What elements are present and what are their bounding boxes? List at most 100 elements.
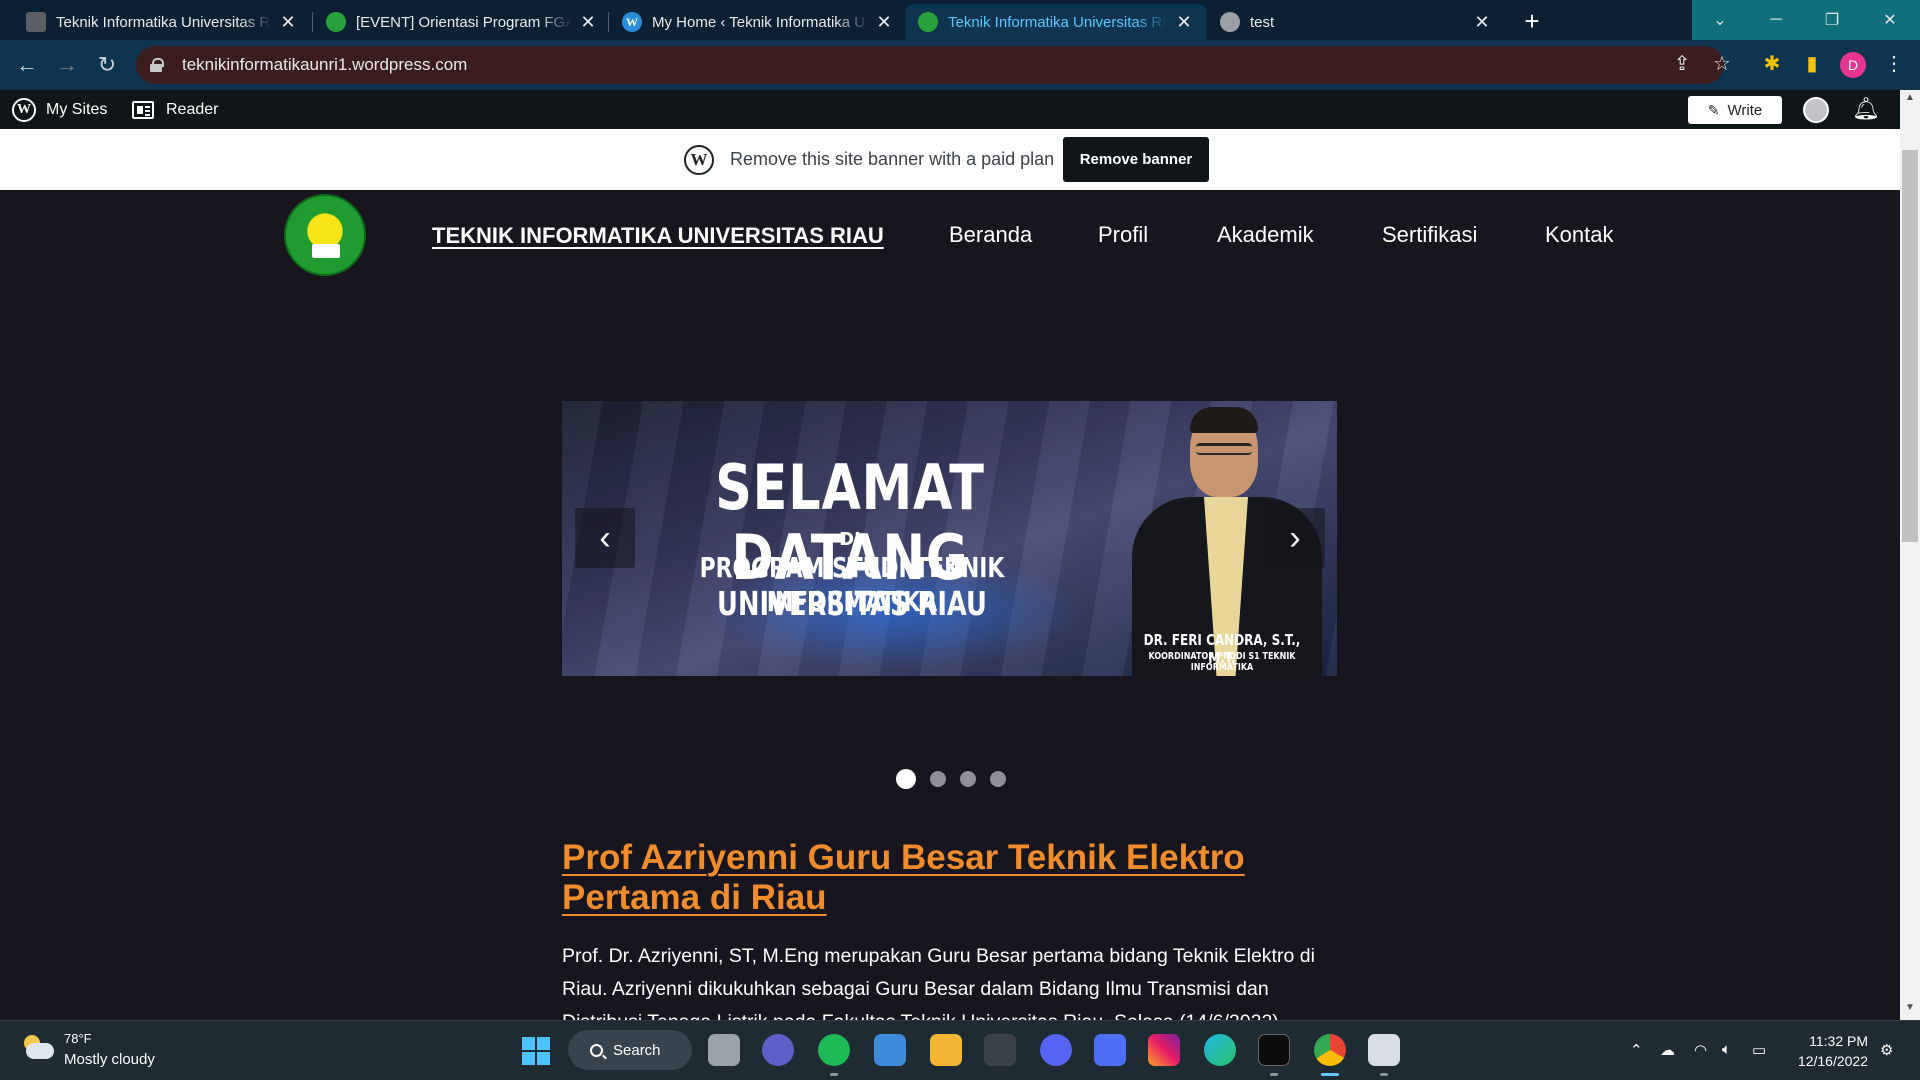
clock-date: 12/16/2022 [1797, 1053, 1868, 1069]
scrollbar-thumb[interactable] [1902, 150, 1918, 542]
terminal-icon[interactable] [1258, 1034, 1290, 1066]
site-logo[interactable] [284, 194, 366, 276]
nav-kontak[interactable]: Kontak [1545, 222, 1614, 248]
unity-icon[interactable] [984, 1034, 1016, 1066]
tab-2[interactable]: [EVENT] Orientasi Program FGA Digital ✕ [314, 4, 610, 40]
kebab-menu-icon[interactable]: ⋮ [1880, 50, 1908, 78]
slide-line-3: UNIVERSITAS RIAU [717, 584, 987, 623]
tab-3[interactable]: W My Home ‹ Teknik Informatika Universit… [610, 4, 906, 40]
nav-akademik[interactable]: Akademik [1217, 222, 1314, 248]
slider-dot-4[interactable] [990, 771, 1006, 787]
forward-arrow-icon[interactable]: → [52, 50, 82, 80]
wordpress-icon: W [684, 145, 714, 175]
avatar-icon [1220, 12, 1240, 32]
onedrive-icon[interactable]: ☁ [1660, 1041, 1675, 1059]
tab-title: My Home ‹ Teknik Informatika Universitas… [652, 13, 868, 31]
profile-avatar[interactable]: D [1840, 52, 1866, 78]
bookmark-star-icon[interactable]: ☆ [1708, 50, 1736, 78]
site-title[interactable]: TEKNIK INFORMATIKA UNIVERSITAS RIAU [432, 223, 884, 249]
close-window-button[interactable]: ✕ [1860, 0, 1920, 40]
taskbar-search[interactable]: Search [568, 1030, 692, 1070]
my-sites-label: My Sites [46, 100, 108, 118]
extensions-puzzle-icon[interactable]: ✱ [1758, 50, 1786, 78]
discord-icon[interactable] [1040, 1034, 1072, 1066]
teams-chat-icon[interactable] [762, 1034, 794, 1066]
battery-icon[interactable]: ▭ [1752, 1041, 1766, 1059]
browser-toolbar: ← → ↻ teknikinformatikaunri1.wordpress.c… [0, 40, 1920, 90]
running-indicator [1270, 1073, 1278, 1076]
reader-link[interactable]: Reader [132, 90, 218, 129]
weather-temperature[interactable]: 78°F [64, 1031, 92, 1046]
reader-label: Reader [166, 100, 219, 118]
slider-dot-2[interactable] [930, 771, 946, 787]
my-sites-link[interactable]: W My Sites [12, 90, 107, 129]
running-indicator [1380, 1073, 1388, 1076]
unri-logo-icon [326, 12, 346, 32]
side-panel-icon[interactable]: ▮ [1798, 50, 1826, 78]
tab-4-active[interactable]: Teknik Informatika Universitas Riau ✕ [906, 4, 1206, 40]
close-icon[interactable]: ✕ [1472, 12, 1492, 33]
user-avatar[interactable] [1803, 97, 1829, 123]
browser-tab-strip: Teknik Informatika Universitas Riau ✕ [E… [0, 0, 1920, 40]
nav-sertifikasi[interactable]: Sertifikasi [1382, 222, 1477, 248]
banner-text: Remove this site banner with a paid plan [730, 149, 1055, 169]
wp-admin-bar: W My Sites Reader ✎ Write 🔔︎ [0, 90, 1900, 129]
post-title-link[interactable]: Prof Azriyenni Guru Besar Teknik Elektro… [562, 838, 1322, 918]
back-arrow-icon[interactable]: ← [12, 50, 42, 80]
windows-taskbar: 78°F Mostly cloudy Search ⌃ ☁ ◠ 🔈︎ ▭ 11:… [0, 1020, 1920, 1080]
site-banner: W Remove this site banner with a paid pl… [0, 129, 1900, 190]
system-clock[interactable]: 11:32 PM 12/16/2022 [1792, 1031, 1868, 1071]
volume-icon[interactable]: 🔈︎ [1722, 1041, 1731, 1058]
weather-cloud-sun-icon[interactable] [22, 1035, 56, 1061]
scroll-up-arrow-icon[interactable]: ▲ [1900, 92, 1920, 106]
tab-title: test [1250, 13, 1275, 31]
post-excerpt: Prof. Dr. Azriyenni, ST, M.Eng merupakan… [562, 945, 1315, 1020]
snipping-tool-icon[interactable] [1368, 1034, 1400, 1066]
wifi-icon[interactable]: ◠ [1694, 1041, 1707, 1059]
slide-person-role: KOORDINATOR PRODI S1 TEKNIK INFORMATIKA [1148, 651, 1296, 673]
restore-button[interactable]: ❐ [1804, 0, 1860, 40]
weather-description[interactable]: Mostly cloudy [64, 1051, 155, 1068]
spotify-icon[interactable] [818, 1034, 850, 1066]
slider-prev-button[interactable]: ‹ [575, 508, 635, 568]
minimize-button[interactable]: ─ [1748, 0, 1804, 40]
close-icon[interactable]: ✕ [278, 12, 298, 33]
slider-dot-3[interactable] [960, 771, 976, 787]
nav-beranda[interactable]: Beranda [949, 222, 1032, 248]
microsoft-store-icon[interactable] [874, 1034, 906, 1066]
notifications-bell-icon[interactable]: 🔔︎ [1852, 96, 1880, 122]
notifications-icon[interactable]: ⚙ [1880, 1041, 1893, 1059]
tab-5[interactable]: test ✕ [1208, 4, 1504, 40]
wordpress-icon: W [12, 97, 36, 122]
slider-dot-1[interactable] [896, 769, 916, 789]
share-icon[interactable]: ⇪ [1668, 50, 1696, 78]
remove-banner-button[interactable]: Remove banner [1063, 137, 1209, 182]
address-bar[interactable]: teknikinformatikaunri1.wordpress.com [136, 46, 1724, 84]
close-icon[interactable]: ✕ [1174, 12, 1194, 33]
scroll-down-arrow-icon[interactable]: ▼ [1900, 1002, 1920, 1016]
tab-1[interactable]: Teknik Informatika Universitas Riau ✕ [14, 4, 310, 40]
edge-icon[interactable] [1204, 1034, 1236, 1066]
write-button[interactable]: ✎ Write [1688, 96, 1782, 124]
close-icon[interactable]: ✕ [874, 12, 894, 33]
chrome-icon[interactable] [1314, 1034, 1346, 1066]
tab-separator [608, 12, 609, 32]
reload-icon[interactable]: ↻ [92, 50, 122, 80]
editor-icon[interactable] [1094, 1034, 1126, 1066]
close-icon[interactable]: ✕ [578, 12, 598, 33]
active-indicator [1321, 1073, 1339, 1076]
slider-next-button[interactable]: › [1265, 508, 1325, 568]
file-explorer-icon[interactable] [930, 1034, 962, 1066]
windows-start-icon[interactable] [522, 1037, 550, 1065]
new-tab-button[interactable]: + [1516, 6, 1548, 36]
nav-profil[interactable]: Profil [1098, 222, 1148, 248]
tab-search-button[interactable]: ⌄ [1692, 0, 1748, 40]
chevron-up-icon[interactable]: ⌃ [1630, 1041, 1643, 1059]
search-icon [590, 1043, 603, 1057]
taskbar-search-label: Search [613, 1041, 661, 1059]
hero-slider: SELAMAT DATANG DI PROGRAM STUDI TEKNIK I… [562, 401, 1337, 676]
running-indicator [830, 1073, 838, 1076]
lock-icon[interactable] [150, 58, 164, 72]
instagram-icon[interactable] [1148, 1034, 1180, 1066]
task-view-icon[interactable] [708, 1034, 740, 1066]
